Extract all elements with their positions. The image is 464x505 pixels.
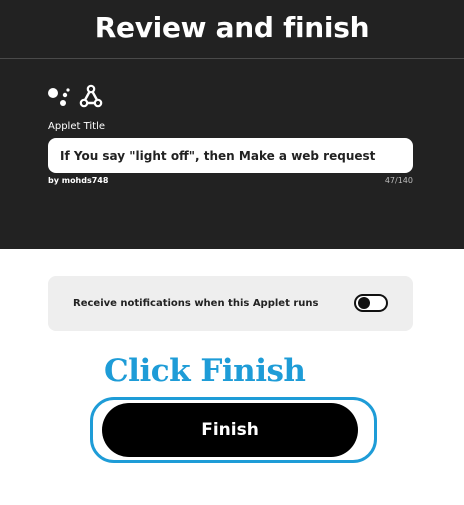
finish-button[interactable]: Finish xyxy=(102,403,358,457)
finish-button-label: Finish xyxy=(201,420,259,440)
character-count: 47/140 xyxy=(384,176,413,185)
applet-title-value: If You say "light off", then Make a web … xyxy=(60,148,376,163)
header-divider xyxy=(0,58,464,59)
header-panel: Review and finish Applet Title If You sa… xyxy=(0,0,464,249)
notification-toggle[interactable] xyxy=(354,294,388,312)
toggle-knob xyxy=(358,297,370,309)
applet-title-input[interactable]: If You say "light off", then Make a web … xyxy=(48,138,413,173)
author-byline: by mohds748 xyxy=(48,176,109,185)
click-finish-annotation: Click Finish xyxy=(104,353,306,389)
webhooks-icon xyxy=(79,84,103,108)
notification-setting-card: Receive notifications when this Applet r… xyxy=(48,276,413,331)
google-assistant-icon xyxy=(48,88,70,106)
applet-title-label: Applet Title xyxy=(48,121,105,132)
page-title: Review and finish xyxy=(94,11,370,44)
notification-label: Receive notifications when this Applet r… xyxy=(73,298,319,309)
